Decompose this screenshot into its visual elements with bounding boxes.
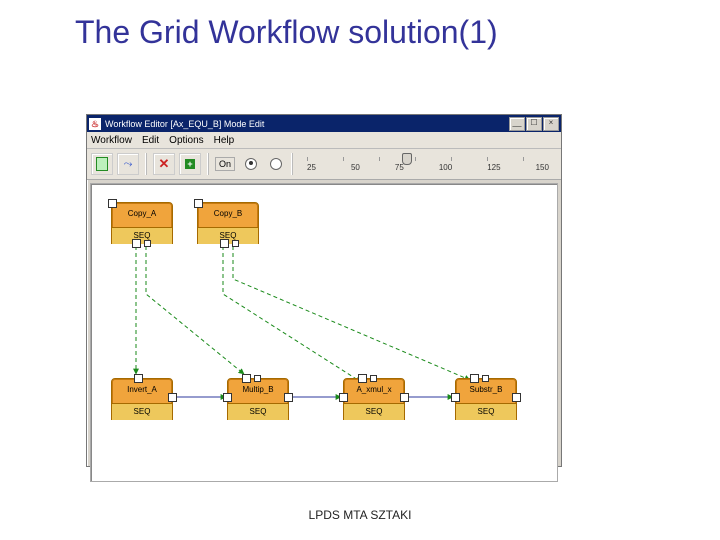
port-out[interactable] bbox=[220, 239, 229, 248]
port-out[interactable] bbox=[168, 393, 177, 402]
node-seq: SEQ bbox=[228, 403, 288, 420]
port-out[interactable] bbox=[132, 239, 141, 248]
delete-button[interactable]: ✕ bbox=[153, 153, 175, 175]
radio-off[interactable] bbox=[270, 158, 282, 170]
menubar: Workflow Edit Options Help bbox=[87, 132, 561, 149]
edge-copyb-substrb bbox=[233, 246, 470, 380]
workflow-editor-window: ♨ Workflow Editor [Ax_EQU_B] Mode Edit _… bbox=[86, 114, 562, 467]
node-label: Multip_B bbox=[228, 379, 288, 403]
separator bbox=[145, 153, 147, 175]
delete-icon: ✕ bbox=[159, 156, 170, 172]
window-titlebar: ♨ Workflow Editor [Ax_EQU_B] Mode Edit _… bbox=[87, 115, 561, 132]
port-in[interactable] bbox=[194, 199, 203, 208]
node-seq: SEQ bbox=[456, 403, 516, 420]
close-button[interactable]: × bbox=[543, 117, 559, 131]
connect-icon: ⤳ bbox=[124, 158, 133, 171]
new-doc-button[interactable] bbox=[91, 153, 113, 175]
node-seq: SEQ bbox=[112, 403, 172, 420]
zoom-ruler[interactable]: 25 50 75 100 125 150 bbox=[307, 151, 557, 177]
separator bbox=[207, 153, 209, 175]
port-out[interactable] bbox=[512, 393, 521, 402]
add-icon: + bbox=[185, 159, 195, 169]
port-in[interactable] bbox=[254, 375, 261, 382]
connect-button[interactable]: ⤳ bbox=[117, 153, 139, 175]
new-doc-icon bbox=[96, 157, 108, 171]
node-copy-a[interactable]: Copy_A SEQ bbox=[111, 202, 173, 244]
port-in[interactable] bbox=[242, 374, 251, 383]
edge-copyb-axmulx bbox=[223, 246, 361, 382]
port-in[interactable] bbox=[358, 374, 367, 383]
separator bbox=[291, 153, 293, 175]
port-out[interactable] bbox=[144, 240, 151, 247]
maximize-button[interactable]: ☐ bbox=[526, 117, 542, 131]
menu-workflow[interactable]: Workflow bbox=[91, 135, 132, 146]
node-substr-b[interactable]: Substr_B SEQ bbox=[455, 378, 517, 420]
ruler-tick: 25 bbox=[307, 163, 316, 172]
node-a-xmul-x[interactable]: A_xmul_x SEQ bbox=[343, 378, 405, 420]
node-label: Copy_B bbox=[198, 203, 258, 227]
port-in[interactable] bbox=[451, 393, 460, 402]
port-in[interactable] bbox=[370, 375, 377, 382]
node-invert-a[interactable]: Invert_A SEQ bbox=[111, 378, 173, 420]
node-label: Copy_A bbox=[112, 203, 172, 227]
port-out[interactable] bbox=[400, 393, 409, 402]
java-icon: ♨ bbox=[89, 118, 101, 130]
port-in[interactable] bbox=[482, 375, 489, 382]
slide-title: The Grid Workflow solution(1) bbox=[75, 14, 498, 51]
port-in[interactable] bbox=[339, 393, 348, 402]
menu-help[interactable]: Help bbox=[214, 135, 235, 146]
node-label: Substr_B bbox=[456, 379, 516, 403]
minimize-button[interactable]: __ bbox=[509, 117, 525, 131]
ruler-tick: 75 bbox=[395, 163, 404, 172]
menu-options[interactable]: Options bbox=[169, 135, 203, 146]
port-in[interactable] bbox=[134, 374, 143, 383]
node-multip-b[interactable]: Multip_B SEQ bbox=[227, 378, 289, 420]
workflow-canvas[interactable]: Copy_A SEQ Copy_B SEQ Invert_A SEQ bbox=[90, 183, 558, 482]
node-seq: SEQ bbox=[112, 227, 172, 244]
menu-edit[interactable]: Edit bbox=[142, 135, 159, 146]
node-label: A_xmul_x bbox=[344, 379, 404, 403]
ruler-tick: 100 bbox=[439, 163, 452, 172]
port-in[interactable] bbox=[108, 199, 117, 208]
port-out[interactable] bbox=[284, 393, 293, 402]
node-copy-b[interactable]: Copy_B SEQ bbox=[197, 202, 259, 244]
port-in[interactable] bbox=[223, 393, 232, 402]
node-seq: SEQ bbox=[344, 403, 404, 420]
add-button[interactable]: + bbox=[179, 153, 201, 175]
window-title: Workflow Editor [Ax_EQU_B] Mode Edit bbox=[105, 119, 264, 129]
port-in[interactable] bbox=[470, 374, 479, 383]
radio-on[interactable] bbox=[245, 158, 257, 170]
autosave-toggle-label: On bbox=[215, 157, 235, 171]
ruler-tick: 150 bbox=[536, 163, 549, 172]
toolbar: ⤳ ✕ + On 25 50 75 100 125 150 bbox=[87, 149, 561, 180]
ruler-tick: 50 bbox=[351, 163, 360, 172]
ruler-tick: 125 bbox=[487, 163, 500, 172]
slide-footer: LPDS MTA SZTAKI bbox=[0, 508, 720, 522]
edge-copya-multipb bbox=[146, 246, 244, 374]
port-out[interactable] bbox=[232, 240, 239, 247]
